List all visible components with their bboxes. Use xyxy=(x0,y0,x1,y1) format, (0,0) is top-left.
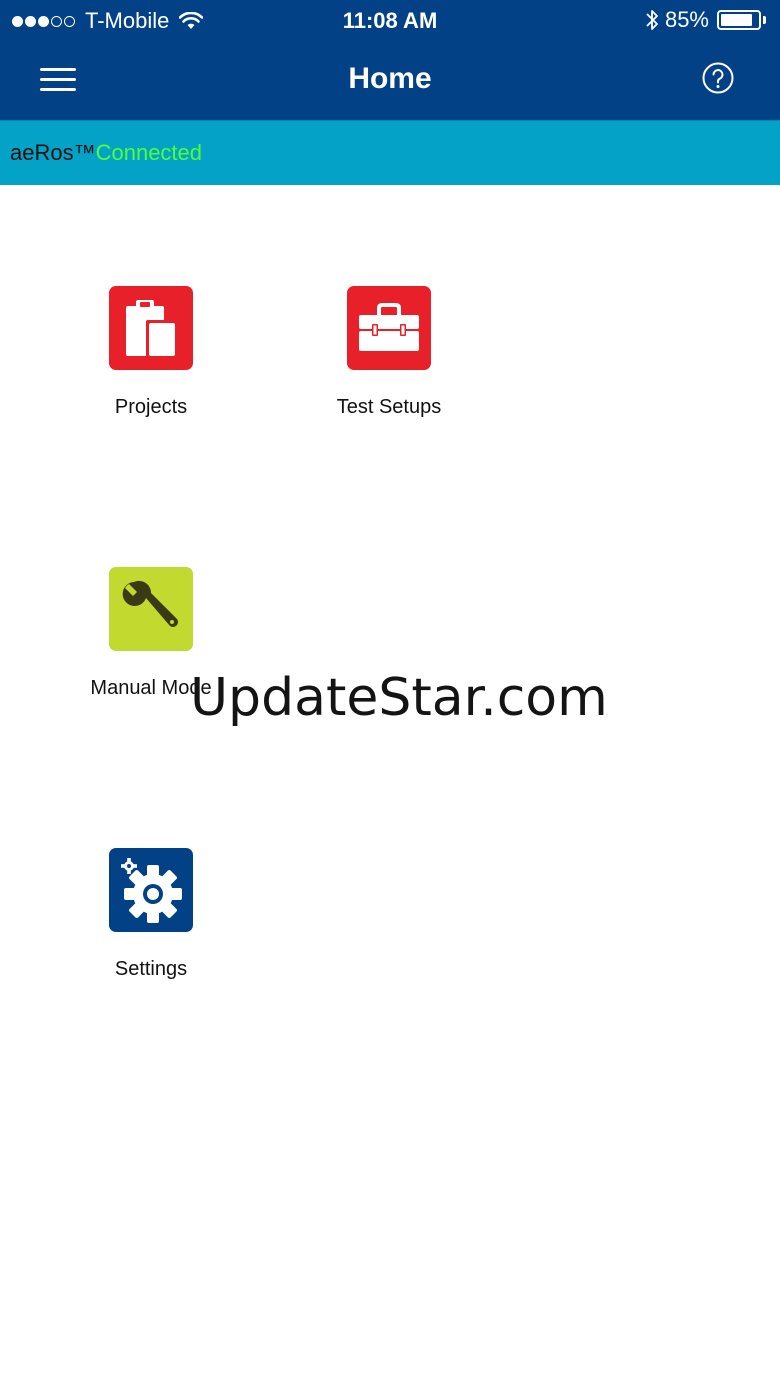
wrench-icon xyxy=(122,580,179,627)
test-setups-label: Test Setups xyxy=(336,396,442,418)
connection-status-banner: aeRos™Connected xyxy=(0,120,780,185)
page-title: Home xyxy=(348,62,432,95)
watermark-text: UpdateStar.com xyxy=(190,668,608,728)
test-setups-tile[interactable]: Test Setups xyxy=(299,286,479,419)
battery-tip xyxy=(763,16,766,24)
battery-level-fill xyxy=(721,14,752,26)
battery-icon xyxy=(717,10,761,30)
connection-text: aeRos™Connected xyxy=(10,140,202,166)
settings-tile-icon xyxy=(109,848,193,932)
device-name: aeRos™ xyxy=(10,140,96,165)
settings-tile[interactable]: Settings xyxy=(61,848,241,981)
test-setups-tile-icon xyxy=(347,286,431,370)
clipboard-icon xyxy=(126,300,176,358)
status-right: 85% xyxy=(645,7,766,33)
help-circle-icon[interactable] xyxy=(702,62,734,94)
nav-bar: Home xyxy=(0,40,780,120)
bluetooth-icon xyxy=(646,10,658,30)
gear-icon xyxy=(121,858,182,923)
home-screen: T-Mobile 11:08 AM 85% Home aeRos™Connect… xyxy=(0,0,780,1387)
manual-mode-tile-icon xyxy=(109,567,193,651)
status-bar: T-Mobile 11:08 AM 85% xyxy=(0,0,780,40)
settings-label: Settings xyxy=(114,958,188,980)
projects-tile[interactable]: Projects xyxy=(61,286,241,419)
battery-percent: 85% xyxy=(664,7,709,32)
connection-status: Connected xyxy=(95,140,203,165)
toolbox-icon xyxy=(359,303,419,351)
projects-tile-icon xyxy=(109,286,193,370)
projects-label: Projects xyxy=(114,396,188,418)
